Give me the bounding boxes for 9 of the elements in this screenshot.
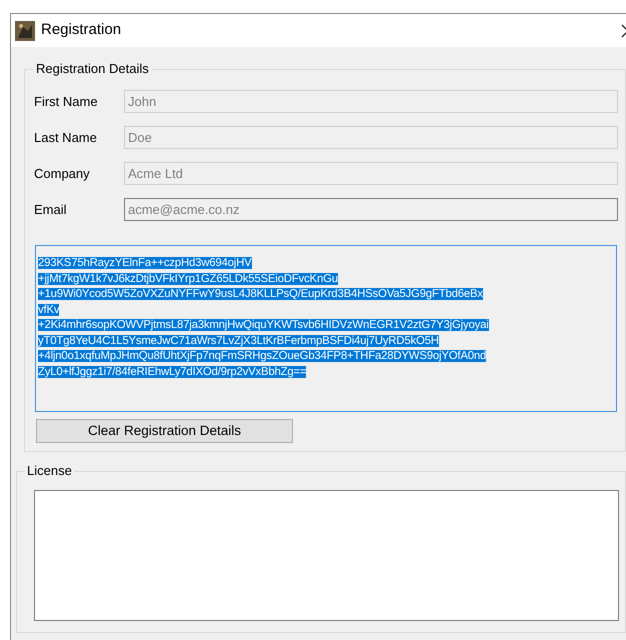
group-title: Registration Details (33, 61, 152, 77)
field-label: Company (34, 164, 91, 183)
window-title: Registration (41, 20, 122, 40)
field-label: Last Name (34, 128, 98, 147)
license-key-textarea[interactable] (35, 245, 617, 412)
app-icon (15, 20, 35, 40)
field-label: First Name (34, 92, 99, 111)
field-label: Email (34, 200, 68, 219)
clear-registration-button[interactable]: Clear Registration Details (36, 419, 293, 443)
